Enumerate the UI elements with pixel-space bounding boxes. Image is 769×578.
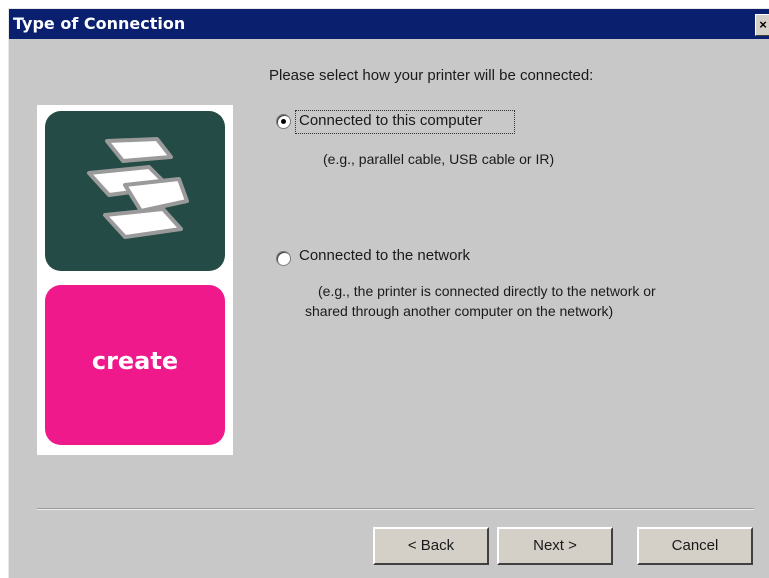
layers-icon (87, 137, 189, 239)
radio-network[interactable] (276, 251, 291, 266)
option-network-label[interactable]: Connected to the network (299, 247, 470, 264)
option-this-computer-label[interactable]: Connected to this computer (299, 112, 482, 129)
next-button[interactable]: Next > (497, 527, 613, 565)
option-network-description-line2: shared through another computer on the n… (305, 303, 614, 319)
wizard-illustration: create (37, 105, 233, 455)
title-bar: Type of Connection × (9, 9, 769, 39)
dialog-window: Type of Connection × create Please selec… (8, 8, 769, 578)
option-network-description-line1: (e.g., the printer is connected directly… (318, 283, 656, 299)
separator-highlight (37, 509, 754, 510)
layers-logo-tile (45, 111, 225, 271)
back-button[interactable]: < Back (373, 527, 489, 565)
cancel-button[interactable]: Cancel (637, 527, 753, 565)
radio-this-computer[interactable] (276, 114, 291, 129)
create-logo-text: create (91, 347, 179, 375)
close-icon: × (759, 17, 767, 32)
radio-selected-dot (281, 119, 286, 124)
create-logo-tile: create (45, 285, 225, 445)
close-button[interactable]: × (755, 14, 769, 36)
option-this-computer-description: (e.g., parallel cable, USB cable or IR) (323, 151, 555, 167)
connection-prompt: Please select how your printer will be c… (269, 67, 594, 84)
window-title: Type of Connection (13, 14, 186, 33)
